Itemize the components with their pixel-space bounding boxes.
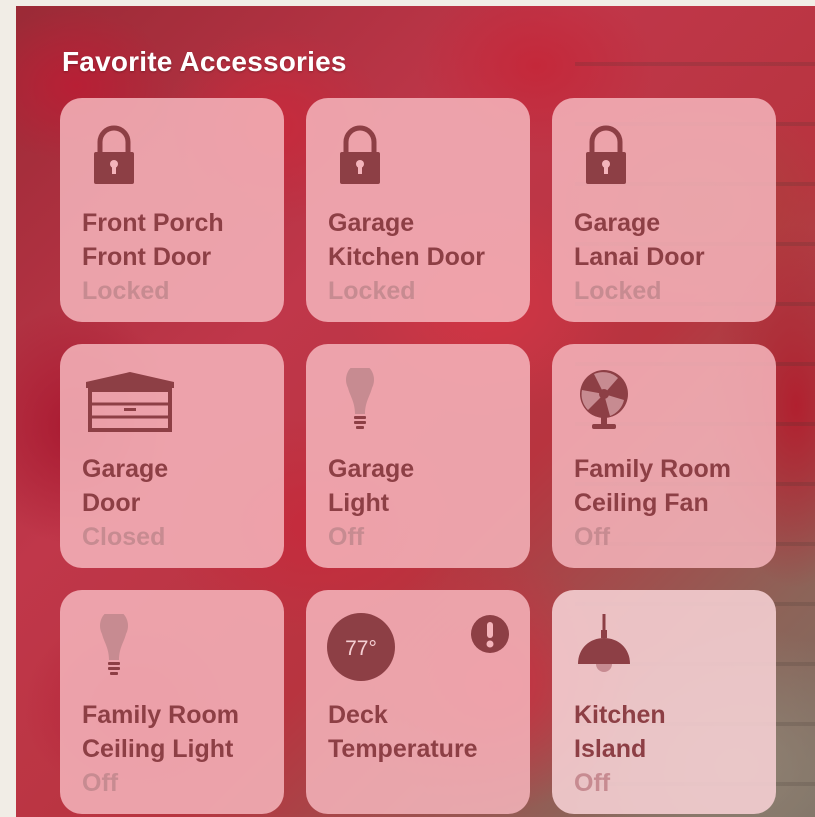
accessory-tile-front-porch-front-door[interactable]: Front Porch Front Door Locked	[60, 98, 284, 322]
garage-door-icon	[86, 372, 174, 432]
lock-icon	[340, 125, 380, 184]
lock-icon	[586, 125, 626, 184]
accessory-tile-deck-temperature[interactable]: 77° Deck Temperature	[306, 590, 530, 814]
exclamation-icon	[471, 615, 509, 653]
fan-icon	[580, 370, 628, 429]
accessory-status: Off	[328, 523, 365, 551]
accessory-name: Deck Temperature	[328, 701, 478, 763]
accessory-status: Closed	[82, 523, 166, 551]
accessory-status: Off	[574, 769, 611, 797]
accessory-tile-family-room-ceiling-light[interactable]: Family Room Ceiling Light Off	[60, 590, 284, 814]
home-screen: Favorite Accessories Front Porch Front D…	[16, 6, 815, 817]
lock-icon	[94, 125, 134, 184]
accessory-name: Garage Light	[328, 455, 415, 517]
pendant-lamp-icon	[578, 614, 630, 672]
accessory-status: Off	[82, 769, 119, 797]
thermometer-badge-icon: 77°	[327, 613, 395, 681]
lightbulb-icon	[346, 368, 374, 429]
accessory-status: Off	[574, 523, 611, 551]
accessory-tile-kitchen-island[interactable]: Kitchen Island Off	[552, 590, 776, 814]
section-title: Favorite Accessories	[62, 46, 347, 77]
temperature-value: 77°	[345, 637, 377, 660]
accessory-name: Family Room Ceiling Light	[82, 701, 239, 763]
lightbulb-icon	[100, 614, 128, 675]
accessory-name: Front Porch Front Door	[82, 209, 224, 271]
accessory-name: Garage Lanai Door	[574, 209, 705, 271]
accessory-name: Family Room Ceiling Fan	[574, 455, 731, 517]
accessory-name: Garage Kitchen Door	[328, 209, 485, 271]
accessory-name: Garage Door	[82, 455, 169, 517]
accessory-tile-garage-door[interactable]: Garage Door Closed	[60, 344, 284, 568]
accessory-tile-garage-kitchen-door[interactable]: Garage Kitchen Door Locked	[306, 98, 530, 322]
accessory-tile-garage-light[interactable]: Garage Light Off	[306, 344, 530, 568]
accessory-tile-family-room-ceiling-fan[interactable]: Family Room Ceiling Fan Off	[552, 344, 776, 568]
accessory-status: Locked	[574, 277, 662, 305]
accessory-status: Locked	[328, 277, 416, 305]
accessory-tile-garage-lanai-door[interactable]: Garage Lanai Door Locked	[552, 98, 776, 322]
accessory-name: Kitchen Island	[574, 701, 666, 763]
accessory-status: Locked	[82, 277, 170, 305]
